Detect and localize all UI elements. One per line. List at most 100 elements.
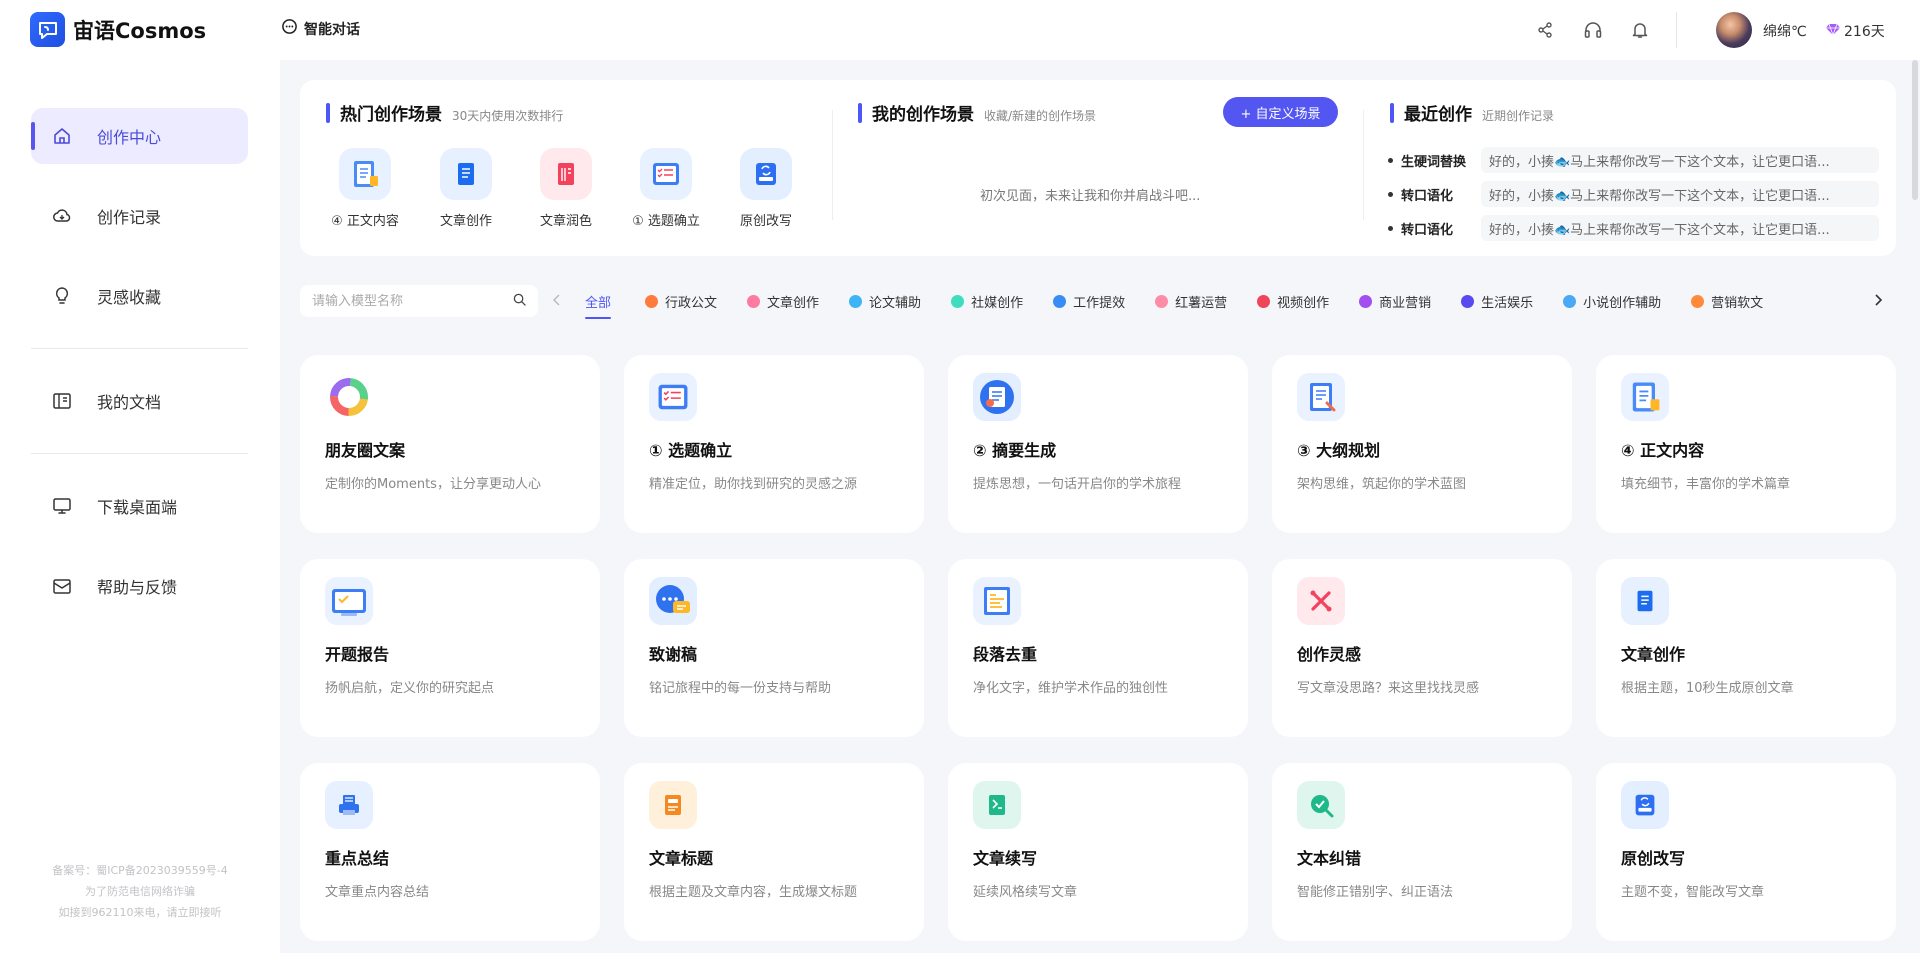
bell-icon[interactable] xyxy=(1629,19,1651,41)
recent-item-name: 生硬词替换 xyxy=(1401,154,1467,170)
sidebar-item-creation-center[interactable]: 创作中心 xyxy=(31,108,248,164)
scene-card[interactable]: 文章续写 延续风格续写文章 xyxy=(948,763,1248,941)
hot-scenes-header: 热门创作场景 30天内使用次数排行 xyxy=(326,100,563,125)
search-icon[interactable] xyxy=(513,293,526,310)
category-tab[interactable]: 红薯运营 xyxy=(1155,292,1227,311)
category-dot xyxy=(645,294,659,308)
paragraph-icon xyxy=(973,577,1021,625)
card-title: 文章续写 xyxy=(973,849,1038,868)
icp-line[interactable]: 备案号：蜀ICP备2023039559号-4 xyxy=(0,860,280,881)
scene-card[interactable]: 创作灵感 写文章没思路？来这里找找灵感 xyxy=(1272,559,1572,737)
card-title: ④ 正文内容 xyxy=(1621,441,1705,460)
scene-card[interactable]: 段落去重 净化文字，维护学术作品的独创性 xyxy=(948,559,1248,737)
hot-scene-item[interactable]: ① 选题确立 xyxy=(616,148,716,229)
hot-scene-label: 文章润色 xyxy=(539,214,592,229)
category-dot xyxy=(1359,294,1373,308)
category-tab[interactable]: 视频创作 xyxy=(1257,292,1329,311)
vip-days: 216天 xyxy=(1844,24,1885,40)
sidebar-item-my-docs[interactable]: 我的文档 xyxy=(31,373,248,429)
report-icon xyxy=(325,577,373,625)
scene-card[interactable]: 开题报告 扬帆启航，定义你的研究起点 xyxy=(300,559,600,737)
scene-card[interactable]: 文章标题 根据主题及文章内容，生成爆文标题 xyxy=(624,763,924,941)
hot-scene-item[interactable]: 原创改写 xyxy=(716,148,816,229)
sidebar-item-help[interactable]: 帮助与反馈 xyxy=(31,558,248,614)
scene-card[interactable]: ① 选题确立 精准定位，助你找到研究的灵感之源 xyxy=(624,355,924,533)
hot-scene-item[interactable]: ④ 正文内容 xyxy=(315,148,415,229)
card-desc: 净化文字，维护学术作品的独创性 xyxy=(973,681,1169,696)
category-dot xyxy=(951,294,965,308)
notebook-icon xyxy=(1621,577,1669,625)
smart-chat-link[interactable]: 智能对话 xyxy=(281,18,360,39)
category-tab[interactable]: 论文辅助 xyxy=(849,292,921,311)
card-desc: 延续风格续写文章 xyxy=(973,885,1078,900)
category-label: 全部 xyxy=(585,295,612,311)
card-desc: 文章重点内容总结 xyxy=(325,885,430,900)
sidebar-divider xyxy=(31,453,248,454)
scene-card[interactable]: 文章创作 根据主题，10秒生成原创文章 xyxy=(1596,559,1896,737)
category-label: 文章创作 xyxy=(767,295,820,311)
scene-card[interactable]: 原创改写 主题不变，智能改写文章 xyxy=(1596,763,1896,941)
category-dot xyxy=(1155,294,1169,308)
category-tab[interactable]: 文章创作 xyxy=(747,292,819,311)
scene-card[interactable]: 重点总结 文章重点内容总结 xyxy=(300,763,600,941)
category-tab[interactable]: 小说创作辅助 xyxy=(1563,292,1661,311)
scene-card[interactable]: 致谢稿 铭记旅程中的每一份支持与帮助 xyxy=(624,559,924,737)
sidebar-item-label: 灵感收藏 xyxy=(97,288,162,307)
category-label: 社媒创作 xyxy=(971,295,1024,311)
headset-icon[interactable] xyxy=(1582,19,1604,41)
username[interactable]: 绵绵℃ xyxy=(1763,21,1807,41)
scene-card[interactable]: ② 摘要生成 提炼思想，一句话开启你的学术旅程 xyxy=(948,355,1248,533)
recent-item[interactable]: 转口语化 好的，小揍🐟马上来帮你改写一下这个文本，让它更口语... xyxy=(1388,181,1879,207)
card-title: 文章创作 xyxy=(1621,645,1686,664)
scene-card[interactable]: 文本纠错 智能修正错别字、纠正语法 xyxy=(1272,763,1572,941)
card-desc: 主题不变，智能改写文章 xyxy=(1621,885,1765,900)
share-icon[interactable] xyxy=(1534,19,1556,41)
sidebar-item-label: 创作记录 xyxy=(97,208,162,227)
scene-card[interactable]: ③ 大纲规划 架构思维，筑起你的学术蓝图 xyxy=(1272,355,1572,533)
card-title: ① 选题确立 xyxy=(649,441,733,460)
headline-icon xyxy=(649,781,697,829)
recent-item[interactable]: 生硬词替换 好的，小揍🐟马上来帮你改写一下这个文本，让它更口语... xyxy=(1388,147,1879,173)
card-desc: 扬帆启航，定义你的研究起点 xyxy=(325,681,495,696)
scene-card[interactable]: ④ 正文内容 填充细节，丰富你的学术篇章 xyxy=(1596,355,1896,533)
sidebar-item-creation-history[interactable]: 创作记录 xyxy=(31,188,248,244)
category-dot xyxy=(1053,294,1067,308)
notebook-icon xyxy=(440,148,492,200)
category-tab[interactable]: 商业营销 xyxy=(1359,292,1431,311)
hot-scene-item[interactable]: 文章创作 xyxy=(416,148,516,229)
red-book-icon xyxy=(540,148,592,200)
card-desc: 根据主题及文章内容，生成爆文标题 xyxy=(649,885,858,900)
category-tab[interactable]: 生活娱乐 xyxy=(1461,292,1533,311)
category-tab-all[interactable]: 全部 xyxy=(585,292,612,319)
bullet xyxy=(1388,157,1393,163)
category-next-icon[interactable] xyxy=(1868,290,1888,310)
card-title: 创作灵感 xyxy=(1297,645,1362,664)
category-tab[interactable]: 社媒创作 xyxy=(951,292,1023,311)
category-label: 红薯运营 xyxy=(1175,295,1228,311)
app-name: 宙语Cosmos xyxy=(73,18,207,43)
category-prev-icon[interactable] xyxy=(547,290,567,310)
page-scrollbar[interactable] xyxy=(1912,60,1918,200)
hot-scene-item[interactable]: 文章润色 xyxy=(516,148,616,229)
diamond-icon xyxy=(1826,22,1840,40)
sidebar-item-inspiration[interactable]: 灵感收藏 xyxy=(31,268,248,324)
hot-scene-label: 原创改写 xyxy=(739,214,792,229)
user-avatar[interactable] xyxy=(1716,12,1752,48)
recent-item[interactable]: 转口语化 好的，小揍🐟马上来帮你改写一下这个文本，让它更口语... xyxy=(1388,215,1879,241)
recent-item-name: 转口语化 xyxy=(1401,188,1454,204)
my-scenes-empty-hint: 初次见面，未来让我和你并肩战斗吧... xyxy=(980,189,1201,204)
category-tab[interactable]: 营销软文 xyxy=(1691,292,1763,311)
app-logo[interactable]: 宙语Cosmos xyxy=(30,12,206,47)
category-dot xyxy=(1691,294,1705,308)
category-tab[interactable]: 行政公文 xyxy=(645,292,717,311)
category-tab[interactable]: 工作提效 xyxy=(1053,292,1125,311)
card-desc: 铭记旅程中的每一份支持与帮助 xyxy=(649,681,832,696)
scene-card[interactable]: 朋友圈文案 定制你的Moments，让分享更动人心 xyxy=(300,355,600,533)
card-desc: 提炼思想，一句话开启你的学术旅程 xyxy=(973,477,1182,492)
my-scenes-header: 我的创作场景 收藏/新建的创作场景 xyxy=(858,100,1096,125)
custom-scene-button[interactable]: + 自定义场景 xyxy=(1223,97,1338,127)
sidebar-item-label: 创作中心 xyxy=(97,128,162,147)
sidebar-item-download[interactable]: 下载桌面端 xyxy=(31,478,248,534)
model-search-input[interactable] xyxy=(312,293,513,309)
vip-badge[interactable]: 216天 xyxy=(1826,21,1885,41)
